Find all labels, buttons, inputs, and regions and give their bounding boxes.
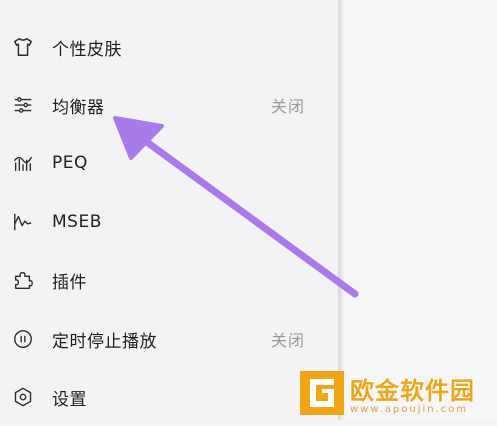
menu-item-equalizer[interactable]: 均衡器 关闭 xyxy=(0,76,338,134)
menu-item-label: 均衡器 xyxy=(52,97,105,118)
side-menu-panel: 个性皮肤 均衡器 关闭 PEQ MSEB 插件 定时停止播放 关闭 设置 xyxy=(0,0,338,420)
pause-timer-icon xyxy=(12,328,34,350)
menu-item-label: 插件 xyxy=(52,272,87,293)
menu-item-label: 定时停止播放 xyxy=(52,331,157,352)
gear-icon xyxy=(12,386,34,408)
background-content[interactable] xyxy=(344,0,497,420)
equalizer-sliders-icon xyxy=(12,94,34,116)
menu-item-mseb[interactable]: MSEB xyxy=(0,193,338,251)
watermark: 欧金软件园 www.apoujin.com xyxy=(296,366,497,420)
menu-item-sleep-timer[interactable]: 定时停止播放 关闭 xyxy=(0,310,338,368)
menu-item-label: MSEB xyxy=(52,212,102,232)
watermark-logo-icon xyxy=(300,371,344,415)
mseb-waveform-icon xyxy=(12,211,34,233)
equalizer-status: 关闭 xyxy=(270,97,305,116)
menu-item-settings[interactable]: 设置 xyxy=(0,368,338,426)
tshirt-icon xyxy=(12,36,34,58)
menu-item-label: 个性皮肤 xyxy=(52,39,122,60)
menu-item-plugins[interactable]: 插件 xyxy=(0,251,338,309)
peq-bars-icon xyxy=(12,152,34,174)
watermark-url: www.apoujin.com xyxy=(350,404,469,415)
menu-item-skin[interactable]: 个性皮肤 xyxy=(0,18,338,76)
watermark-title: 欧金软件园 xyxy=(350,377,475,405)
sleep-timer-status: 关闭 xyxy=(270,331,305,350)
menu-item-label: 设置 xyxy=(52,389,87,410)
puzzle-piece-icon xyxy=(12,269,34,291)
menu-item-label: PEQ xyxy=(52,153,88,173)
menu-item-peq[interactable]: PEQ xyxy=(0,134,338,192)
